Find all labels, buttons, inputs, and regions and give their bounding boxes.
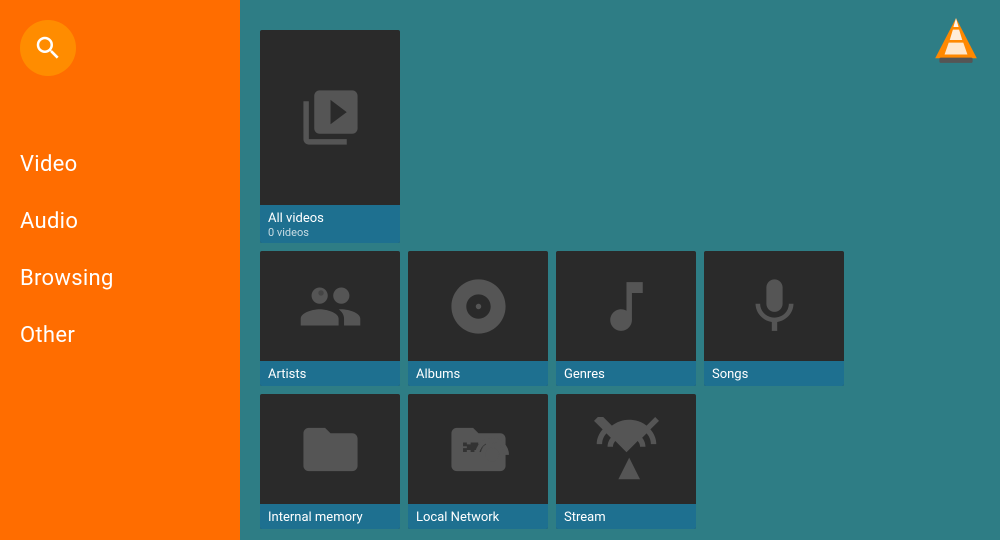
tile-label-artists: Artists <box>268 367 392 382</box>
grid-row-3: Internal memory Local Network <box>260 394 980 529</box>
tile-all-videos[interactable]: All videos 0 videos <box>260 30 400 243</box>
main-content: All videos 0 videos Artists <box>240 0 1000 540</box>
tile-albums[interactable]: Albums <box>408 251 548 386</box>
sidebar: Video Audio Browsing Other <box>0 0 240 540</box>
sidebar-item-other[interactable]: Other <box>0 307 240 364</box>
tile-icon-albums <box>408 251 548 361</box>
albums-icon <box>446 274 511 339</box>
tile-artists[interactable]: Artists <box>260 251 400 386</box>
search-button[interactable] <box>20 20 76 76</box>
genres-icon <box>594 274 659 339</box>
sidebar-item-browsing[interactable]: Browsing <box>0 250 240 307</box>
tile-internal-memory[interactable]: Internal memory <box>260 394 400 529</box>
tile-label-bar-artists: Artists <box>260 361 400 386</box>
tile-icon-internal-memory <box>260 394 400 504</box>
tile-genres[interactable]: Genres <box>556 251 696 386</box>
tile-icon-songs <box>704 251 844 361</box>
tile-local-network[interactable]: Local Network <box>408 394 548 529</box>
tile-icon-all-videos <box>260 30 400 205</box>
tile-icon-stream <box>556 394 696 504</box>
tile-label-local-network: Local Network <box>416 510 540 525</box>
tile-label-bar-local-network: Local Network <box>408 504 548 529</box>
tile-label-internal-memory: Internal memory <box>268 510 392 525</box>
tile-label-songs: Songs <box>712 367 836 382</box>
sidebar-item-audio[interactable]: Audio <box>0 193 240 250</box>
grid-row-2: Artists Albums <box>260 251 980 386</box>
video-stack-icon <box>298 85 363 150</box>
tile-label-bar-stream: Stream <box>556 504 696 529</box>
tile-icon-artists <box>260 251 400 361</box>
search-icon <box>33 33 63 63</box>
tile-sublabel-all-videos: 0 videos <box>268 226 392 239</box>
artists-icon <box>298 274 363 339</box>
sidebar-item-video[interactable]: Video <box>0 136 240 193</box>
tile-icon-genres <box>556 251 696 361</box>
tile-label-bar-internal-memory: Internal memory <box>260 504 400 529</box>
network-folder-icon <box>446 417 511 482</box>
tile-songs[interactable]: Songs <box>704 251 844 386</box>
tile-label-bar-albums: Albums <box>408 361 548 386</box>
grid-row-1: All videos 0 videos <box>260 30 980 243</box>
songs-icon <box>742 274 807 339</box>
tile-label-stream: Stream <box>564 510 688 525</box>
nav-menu: Video Audio Browsing Other <box>0 136 240 364</box>
tile-label-albums: Albums <box>416 367 540 382</box>
tile-icon-local-network <box>408 394 548 504</box>
tile-label-genres: Genres <box>564 367 688 382</box>
tile-label-bar-songs: Songs <box>704 361 844 386</box>
tile-label-bar-genres: Genres <box>556 361 696 386</box>
tile-stream[interactable]: Stream <box>556 394 696 529</box>
content-grid: All videos 0 videos Artists <box>260 30 980 529</box>
tile-label-bar-all-videos: All videos 0 videos <box>260 205 400 243</box>
stream-icon <box>594 417 659 482</box>
vlc-logo <box>930 14 982 66</box>
folder-icon <box>298 417 363 482</box>
tile-label-all-videos: All videos <box>268 211 392 226</box>
